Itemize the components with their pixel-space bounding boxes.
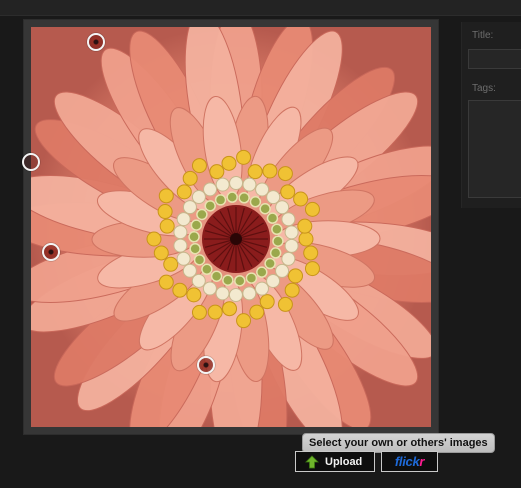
title-label: Title: — [472, 30, 494, 41]
flickr-logo: flickr — [394, 454, 425, 469]
photo-frame — [23, 19, 439, 435]
image-hotspot[interactable] — [22, 153, 40, 171]
image-hotspot[interactable] — [87, 33, 105, 51]
title-input[interactable] — [468, 49, 521, 69]
image-hotspot[interactable] — [197, 356, 215, 374]
upload-arrow-icon — [305, 454, 319, 468]
metadata-panel: Title: Tags: — [461, 22, 521, 208]
tags-label: Tags: — [472, 83, 496, 94]
flickr-logo-blue: flick — [394, 454, 420, 469]
tags-input[interactable] — [468, 100, 521, 198]
upload-button[interactable]: Upload — [295, 451, 375, 472]
flickr-button[interactable]: flickr — [381, 451, 438, 472]
upload-label: Upload — [325, 455, 363, 468]
flower-photo — [31, 27, 431, 427]
tooltip: Select your own or others' images — [302, 433, 495, 453]
top-bar — [0, 0, 521, 16]
flickr-logo-pink: r — [419, 454, 425, 469]
flower-image-svg — [31, 27, 431, 427]
image-hotspot[interactable] — [42, 243, 60, 261]
